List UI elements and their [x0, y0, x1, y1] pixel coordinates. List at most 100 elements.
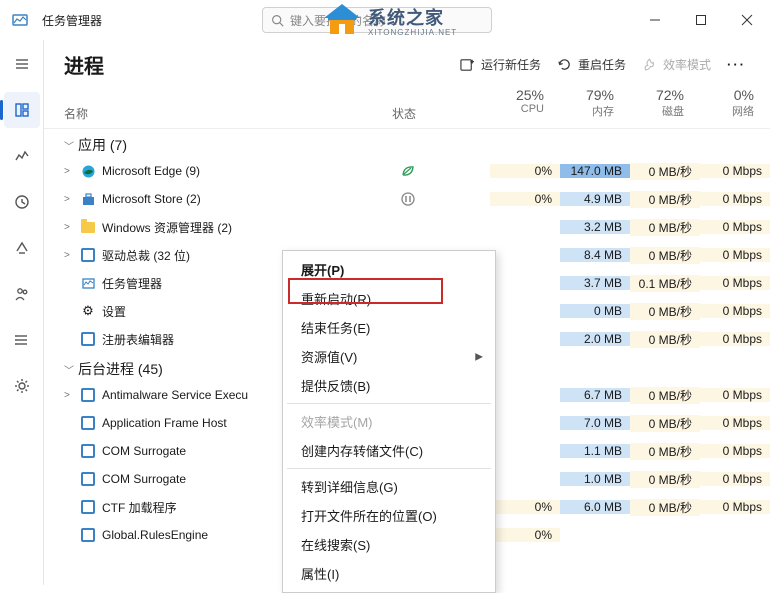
cell-network: 0 Mbps: [700, 304, 770, 318]
process-row[interactable]: > Microsoft Edge (9) 0%147.0 MB0 MB/秒0 Mbp…: [44, 157, 770, 185]
process-status: [400, 191, 490, 207]
titlebar: 任务管理器 键入要搜索的名称…: [0, 0, 770, 40]
col-disk[interactable]: 72%磁盘: [622, 87, 692, 122]
run-new-task-button[interactable]: 运行新任务: [452, 52, 549, 77]
nav-services[interactable]: [4, 368, 40, 404]
ctx-restart[interactable]: 重新启动(R): [283, 284, 495, 313]
process-icon: [78, 528, 98, 542]
expand-icon[interactable]: >: [64, 390, 78, 401]
ctx-resource-values[interactable]: 资源值(V)▶: [283, 342, 495, 371]
process-icon: ⚙: [78, 303, 98, 319]
cell-disk: 0 MB/秒: [630, 387, 700, 404]
col-cpu[interactable]: 25%CPU: [482, 87, 552, 122]
cell-network: 0 Mbps: [700, 500, 770, 514]
cell-network: 0 Mbps: [700, 276, 770, 290]
expand-icon[interactable]: >: [64, 166, 78, 177]
cell-network: 0 Mbps: [700, 388, 770, 402]
expand-icon[interactable]: >: [64, 222, 78, 233]
cell-disk: 0 MB/秒: [630, 471, 700, 488]
process-icon: [78, 500, 98, 514]
process-icon: [78, 276, 98, 291]
cell-memory: 4.9 MB: [560, 192, 630, 206]
cell-disk: 0 MB/秒: [630, 163, 700, 180]
process-row[interactable]: > Microsoft Store (2) 0%4.9 MB0 MB/秒0 Mbps: [44, 185, 770, 213]
cell-disk: 0 MB/秒: [630, 499, 700, 516]
nav-processes[interactable]: [4, 92, 40, 128]
cell-memory: 6.7 MB: [560, 388, 630, 402]
process-icon: [78, 192, 98, 207]
cell-network: 0 Mbps: [700, 248, 770, 262]
restart-task-button[interactable]: 重启任务: [549, 52, 634, 77]
col-memory[interactable]: 79%内存: [552, 87, 622, 122]
app-icon: [8, 8, 32, 32]
process-row[interactable]: >Windows 资源管理器 (2)3.2 MB0 MB/秒0 Mbps: [44, 213, 770, 241]
cell-memory: 3.7 MB: [560, 276, 630, 290]
group-apps[interactable]: ﹀ 应用 (7): [44, 129, 770, 157]
search-input[interactable]: 键入要搜索的名称…: [262, 7, 492, 33]
process-icon: [78, 222, 98, 233]
context-menu: 展开(P) 重新启动(R) 结束任务(E) 资源值(V)▶ 提供反馈(B) 效率…: [282, 250, 496, 593]
cell-disk: 0.1 MB/秒: [630, 275, 700, 292]
cell-disk: 0 MB/秒: [630, 415, 700, 432]
cell-memory: 0 MB: [560, 304, 630, 318]
nav-performance[interactable]: [4, 138, 40, 174]
nav-details[interactable]: [4, 322, 40, 358]
cell-disk: 0 MB/秒: [630, 247, 700, 264]
process-icon: [78, 388, 98, 402]
ctx-create-dump[interactable]: 创建内存转储文件(C): [283, 436, 495, 465]
cell-memory: 8.4 MB: [560, 248, 630, 262]
sidebar: [0, 40, 44, 585]
nav-startup[interactable]: [4, 230, 40, 266]
window-title: 任务管理器: [42, 12, 102, 29]
nav-users[interactable]: [4, 276, 40, 312]
nav-history[interactable]: [4, 184, 40, 220]
maximize-button[interactable]: [678, 0, 724, 40]
process-icon: [78, 444, 98, 458]
cell-disk: 0 MB/秒: [630, 191, 700, 208]
cell-memory: 1.1 MB: [560, 444, 630, 458]
ctx-search-online[interactable]: 在线搜索(S): [283, 530, 495, 559]
leaf-icon: [400, 163, 416, 179]
cell-cpu: 0%: [490, 192, 560, 206]
col-network[interactable]: 0%网络: [692, 87, 762, 122]
cell-memory: 3.2 MB: [560, 220, 630, 234]
process-icon: [78, 472, 98, 486]
efficiency-mode-button: 效率模式: [634, 52, 719, 77]
cell-memory: 6.0 MB: [560, 500, 630, 514]
cell-cpu: 0%: [490, 528, 560, 542]
cell-disk: 0 MB/秒: [630, 443, 700, 460]
ctx-separator: [287, 403, 491, 404]
ctx-separator: [287, 468, 491, 469]
cell-network: 0 Mbps: [700, 164, 770, 178]
cell-disk: 0 MB/秒: [630, 219, 700, 236]
chevron-right-icon: ▶: [475, 351, 483, 362]
process-name: Microsoft Edge (9): [98, 164, 400, 178]
cell-memory: 147.0 MB: [560, 164, 630, 178]
cell-cpu: 0%: [490, 164, 560, 178]
cell-memory: 7.0 MB: [560, 416, 630, 430]
expand-icon[interactable]: >: [64, 194, 78, 205]
ctx-open-file-location[interactable]: 打开文件所在的位置(O): [283, 501, 495, 530]
ctx-feedback[interactable]: 提供反馈(B): [283, 371, 495, 400]
process-icon: [78, 332, 98, 346]
process-name: Microsoft Store (2): [98, 192, 400, 206]
cell-memory: 2.0 MB: [560, 332, 630, 346]
cell-network: 0 Mbps: [700, 192, 770, 206]
hamburger-button[interactable]: [4, 46, 40, 82]
cell-disk: 0 MB/秒: [630, 331, 700, 348]
ctx-properties[interactable]: 属性(I): [283, 559, 495, 588]
ctx-expand[interactable]: 展开(P): [283, 255, 495, 284]
ctx-go-to-details[interactable]: 转到详细信息(G): [283, 472, 495, 501]
cell-network: 0 Mbps: [700, 332, 770, 346]
cell-network: 0 Mbps: [700, 220, 770, 234]
expand-icon[interactable]: >: [64, 250, 78, 261]
minimize-button[interactable]: [632, 0, 678, 40]
cell-disk: 0 MB/秒: [630, 303, 700, 320]
ctx-end-task[interactable]: 结束任务(E): [283, 313, 495, 342]
cell-network: 0 Mbps: [700, 444, 770, 458]
process-status: [400, 163, 490, 179]
pause-icon: [400, 191, 416, 207]
close-button[interactable]: [724, 0, 770, 40]
page-title: 进程: [64, 50, 452, 79]
more-button[interactable]: ···: [719, 53, 754, 76]
